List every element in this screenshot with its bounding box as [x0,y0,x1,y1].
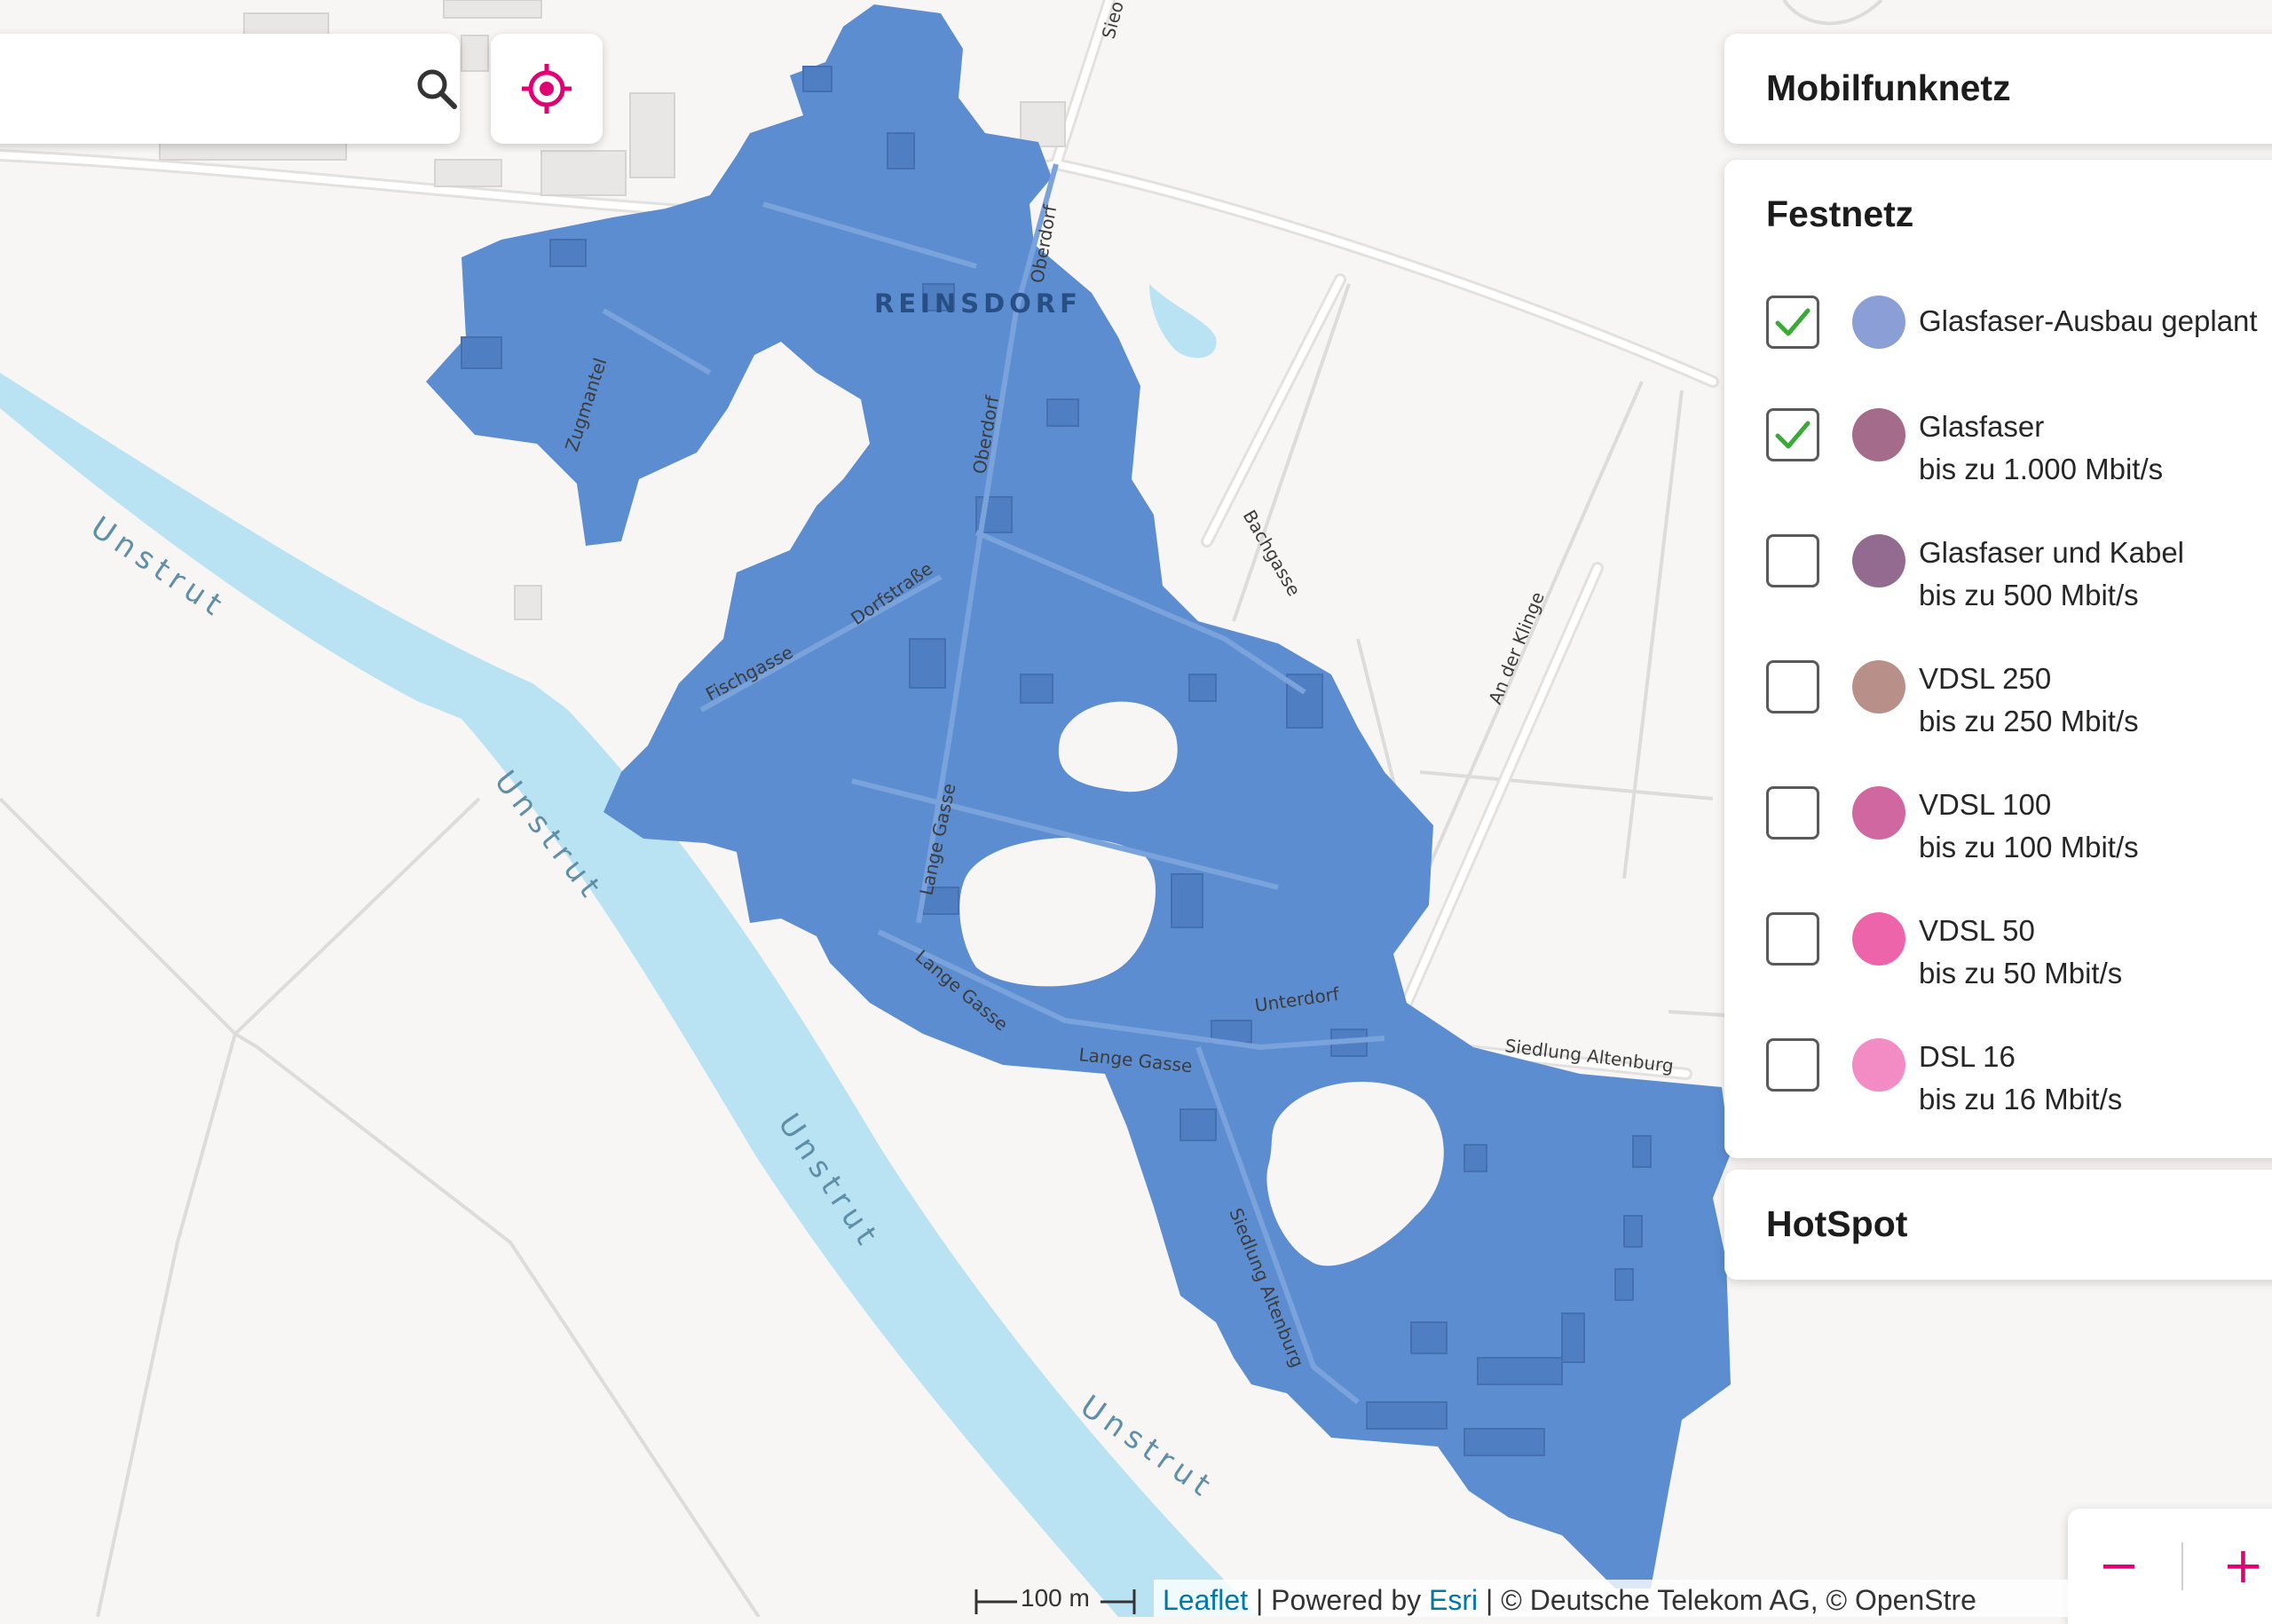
checkbox-vdsl-100[interactable] [1766,786,1819,840]
legend-sublabel: bis zu 50 Mbit/s [1919,957,2123,989]
checkbox-vdsl-250[interactable] [1766,660,1819,713]
swatch-glasfaser [1852,408,1905,461]
legend-label: DSL 16 [1919,1040,2016,1073]
panel-title-mobilfunknetz: Mobilfunknetz [1766,67,2011,108]
plus-icon: + [2222,1537,2264,1595]
legend-item-vdsl-100[interactable]: VDSL 100 bis zu 100 Mbit/s [1766,784,2272,863]
legend-item-vdsl-50[interactable]: VDSL 50 bis zu 50 Mbit/s [1766,910,2272,989]
zoom-control: − + [2068,1509,2272,1624]
swatch-vdsl-250 [1852,660,1905,713]
panel-festnetz: Festnetz Glasfaser-Ausbau geplant Glasfa… [1724,160,2272,1158]
minus-icon: − [2098,1537,2140,1595]
legend-sublabel: bis zu 100 Mbit/s [1919,831,2139,863]
swatch-glasfaser-kabel [1852,534,1905,587]
town-label: REINSDORF [874,288,1082,319]
legend-item-glasfaser-ausbau[interactable]: Glasfaser-Ausbau geplant [1766,293,2272,355]
swatch-dsl-16 [1852,1038,1905,1092]
search-icon [417,69,457,109]
legend-label: VDSL 100 [1919,788,2052,821]
legend-sublabel: bis zu 16 Mbit/s [1919,1083,2123,1116]
legend-sublabel: bis zu 1.000 Mbit/s [1919,453,2164,485]
checkbox-glasfaser-kabel[interactable] [1766,534,1819,587]
swatch-vdsl-100 [1852,786,1905,840]
zoom-in-button[interactable]: + [2192,1509,2272,1624]
search-input[interactable] [0,33,413,145]
legend-label: Glasfaser-Ausbau geplant [1919,304,2258,337]
checkbox-vdsl-50[interactable] [1766,912,1819,966]
panel-title-hotspot: HotSpot [1766,1203,1908,1244]
swatch-vdsl-50 [1852,912,1905,966]
locate-button[interactable] [491,34,603,144]
search-button[interactable] [413,34,460,144]
checkbox-glasfaser[interactable] [1766,408,1819,461]
panel-hotspot[interactable]: HotSpot [1724,1170,2272,1280]
legend-sublabel: bis zu 500 Mbit/s [1919,579,2139,611]
legend-item-glasfaser[interactable]: Glasfaser bis zu 1.000 Mbit/s [1766,406,2272,485]
legend-item-dsl-16[interactable]: DSL 16 bis zu 16 Mbit/s [1766,1036,2272,1116]
legend-item-glasfaser-kabel[interactable]: Glasfaser und Kabel bis zu 500 Mbit/s [1766,532,2272,611]
leaflet-link[interactable]: Leaflet [1163,1584,1248,1616]
legend-item-vdsl-250[interactable]: VDSL 250 bis zu 250 Mbit/s [1766,658,2272,737]
search-box [0,33,460,145]
panel-mobilfunknetz[interactable]: Mobilfunknetz [1724,34,2272,144]
attribution: Leaflet | Powered by Esri | © Deutsche T… [1154,1580,2086,1617]
legend-label: Glasfaser [1919,410,2045,443]
crosshair-icon [522,64,572,114]
scale-label: 100 m [1021,1584,1090,1612]
legend-label: Glasfaser und Kabel [1919,536,2185,569]
swatch-glasfaser-ausbau [1852,296,1905,349]
checkmark-icon [1775,421,1810,449]
checkmark-icon [1775,308,1810,336]
legend-label: VDSL 250 [1919,662,2052,695]
scale-bar: 100 m [974,1584,1143,1617]
checkbox-glasfaser-ausbau[interactable] [1766,296,1819,349]
esri-link[interactable]: Esri [1429,1584,1478,1616]
legend-label: VDSL 50 [1919,914,2035,947]
checkbox-dsl-16[interactable] [1766,1038,1819,1092]
legend-sublabel: bis zu 250 Mbit/s [1919,705,2139,737]
panel-title-festnetz[interactable]: Festnetz [1766,193,1913,235]
